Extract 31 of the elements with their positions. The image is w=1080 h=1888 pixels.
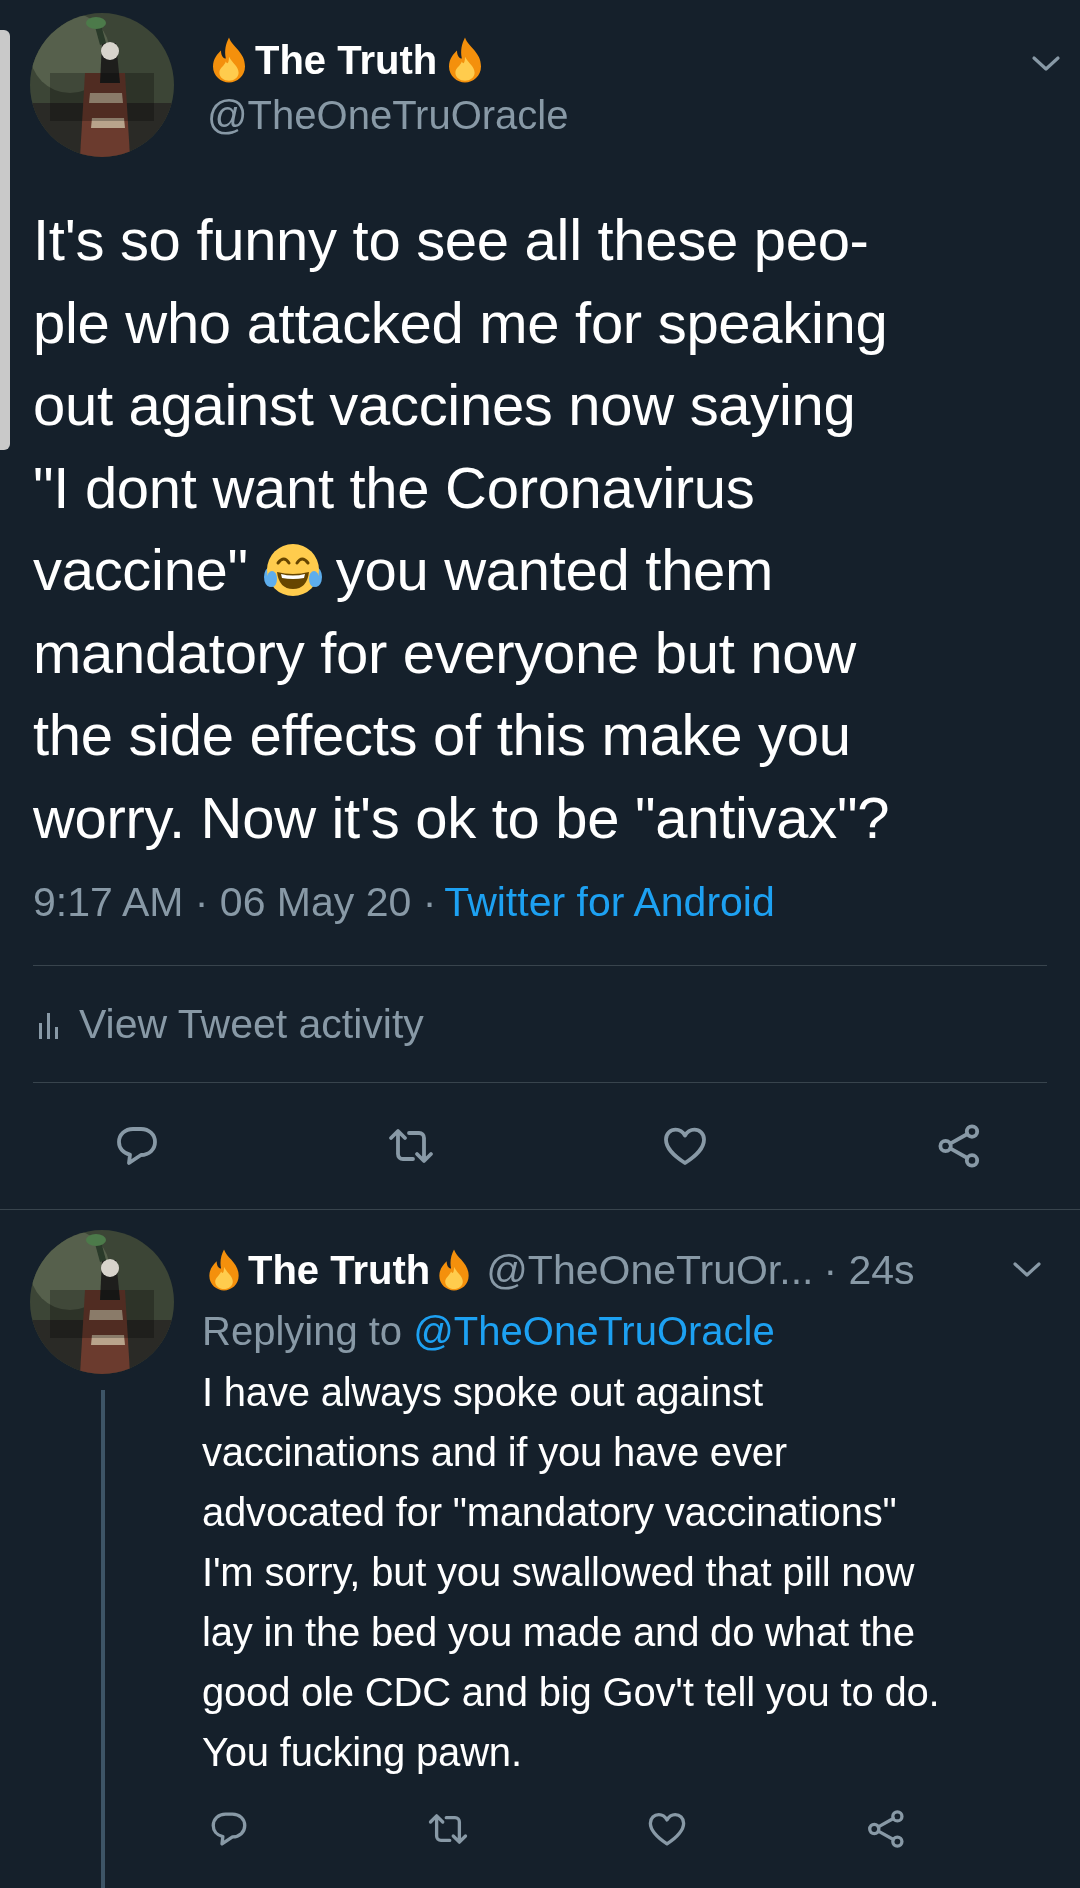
tweet-text: It's so funny to see all these peo- xyxy=(33,206,869,274)
scrollbar[interactable] xyxy=(0,30,10,450)
view-activity-link[interactable]: View Tweet activity xyxy=(79,1000,424,1048)
display-name: The Truth xyxy=(255,37,438,83)
tweet-text: ple who attacked me for speaking xyxy=(33,288,888,357)
display-name: The Truth xyxy=(248,1247,431,1293)
tweet-text: you wanted them xyxy=(335,536,774,604)
tweet-text: the side effects of this make you xyxy=(33,701,851,769)
tweet-text: I'm sorry, but you swallowed that pill now xyxy=(202,1549,915,1596)
tweet-text: I have always spoke out against xyxy=(202,1369,763,1416)
tears-of-joy-icon xyxy=(263,543,322,598)
tweet-text: "I dont want the Coronavirus xyxy=(33,453,755,522)
tweet-text: vaccinations and if you have ever xyxy=(202,1429,787,1476)
tweet-text: advocated for "mandatory vaccinations" xyxy=(202,1489,897,1536)
user-handle: @TheOneTruOracle xyxy=(207,93,570,138)
tweet-age: · 24s xyxy=(823,1246,915,1294)
chevron-down-icon[interactable] xyxy=(1031,55,1061,73)
timestamp: 9:17 AM · 06 May 20 · xyxy=(33,879,437,925)
mention-link[interactable]: @TheOneTruOracle xyxy=(413,1309,775,1353)
tweet-text: mandatory for everyone but now xyxy=(33,618,856,687)
reply-context: Replying to @TheOneTruOracle xyxy=(202,1308,776,1355)
tweet-text: lay in the bed you made and do what the xyxy=(202,1609,915,1656)
user-handle: @TheOneTruOr... xyxy=(486,1246,814,1294)
tweet-text: good ole CDC and big Gov't tell you to do. xyxy=(202,1669,940,1716)
share-icon[interactable] xyxy=(865,1808,907,1850)
tweet-text: worry. Now it's ok to be "antivax"? xyxy=(33,783,890,852)
tweet-text: You fucking pawn. xyxy=(202,1729,522,1776)
tweet-text: vaccine" xyxy=(33,536,248,604)
source-link[interactable]: Twitter for Android xyxy=(444,879,775,925)
chevron-down-icon[interactable] xyxy=(1012,1261,1042,1279)
tweet-text: out against vaccines now saying xyxy=(33,371,856,439)
